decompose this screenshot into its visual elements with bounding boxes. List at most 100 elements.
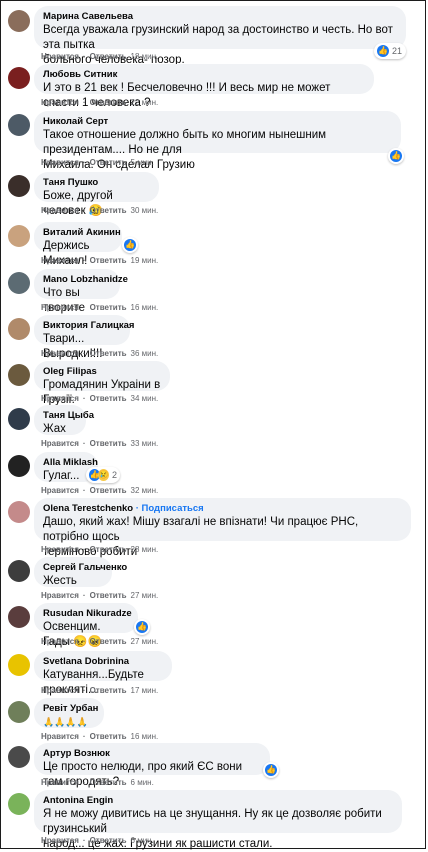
reply-link[interactable]: Ответить [90, 394, 127, 404]
comment-author[interactable]: Ревіт Урбан [43, 702, 98, 715]
avatar[interactable] [8, 272, 30, 294]
comment-time[interactable]: 34 мин. [131, 394, 159, 404]
avatar[interactable] [8, 364, 30, 386]
like-link[interactable]: Нравится [41, 439, 79, 449]
like-link[interactable]: Нравится [41, 206, 79, 216]
like-link[interactable]: Нравится [41, 836, 79, 846]
reply-link[interactable]: Ответить [90, 256, 127, 266]
like-link[interactable]: Нравится [41, 98, 79, 108]
comment-bubble: Таня Цыба Жах [34, 405, 94, 435]
comment-time[interactable]: 30 мин. [131, 206, 159, 216]
like-link[interactable]: Нравится [41, 732, 79, 742]
comment-author[interactable]: Oleg Filipas [43, 365, 161, 378]
follow-link[interactable]: · Подписаться [136, 503, 204, 514]
avatar[interactable] [8, 501, 30, 523]
comment-author[interactable]: Mano Lobzhanidze [43, 273, 128, 286]
reply-link[interactable]: Ответить [90, 732, 127, 742]
avatar[interactable] [8, 225, 30, 247]
comment-author[interactable]: Таня Цыба [43, 409, 94, 422]
comment-time[interactable]: 5 мин. [131, 158, 154, 168]
comment-time[interactable]: 16 мин. [131, 732, 159, 742]
reaction-count[interactable]: 👍 21 [374, 43, 406, 59]
comment-time[interactable]: 27 мин. [131, 637, 159, 647]
comment-author[interactable]: Antonina Engin [43, 794, 393, 807]
comment-time[interactable]: 22 мин. [131, 98, 159, 108]
comment-author[interactable]: Артур Вознюк [43, 747, 261, 760]
reply-link[interactable]: Ответить [90, 637, 127, 647]
like-link[interactable]: Нравится [41, 52, 79, 62]
avatar[interactable] [8, 746, 30, 768]
comment-time[interactable]: 36 мин. [131, 349, 159, 359]
reaction-count[interactable]: 👍 😢 2 [86, 467, 120, 483]
like-link[interactable]: Нравится [41, 778, 79, 788]
comment-time[interactable]: 19 мин. [131, 256, 159, 266]
avatar[interactable] [8, 560, 30, 582]
comment-author[interactable]: Любовь Ситник [43, 68, 365, 81]
reaction-count[interactable]: 👍 [388, 148, 404, 164]
avatar[interactable] [8, 114, 30, 136]
comment-bubble: Таня Пушко Боже, другой человек 😥 [34, 172, 159, 217]
comment-author[interactable]: Сергей Гальченко [43, 561, 127, 574]
comment-actions: Нравится · Ответить 30 мин. [41, 206, 159, 216]
avatar[interactable] [8, 793, 30, 815]
comment-time[interactable]: 6 мин. [131, 836, 154, 846]
avatar[interactable] [8, 10, 30, 32]
comment-author[interactable]: Марина Савельева [43, 10, 397, 23]
reply-link[interactable]: Ответить [90, 98, 127, 108]
comment-bubble: Сергей Гальченко Жесть [34, 557, 127, 587]
comment-time[interactable]: 33 мин. [131, 439, 159, 449]
comment-author[interactable]: Rusudan Nikuradze [43, 607, 132, 620]
reply-link[interactable]: Ответить [90, 545, 127, 555]
reply-link[interactable]: Ответить [90, 439, 127, 449]
avatar[interactable] [8, 654, 30, 676]
comment-time[interactable]: 27 мин. [131, 591, 159, 601]
comment-author[interactable]: Виталий Акинин [43, 226, 121, 239]
comment-time[interactable]: 28 мин. [131, 545, 159, 555]
reply-link[interactable]: Ответить [90, 206, 127, 216]
comment-author[interactable]: Николай Серт [43, 115, 392, 128]
like-link[interactable]: Нравится [41, 545, 79, 555]
comment-author[interactable]: Виктория Галицкая [43, 319, 134, 332]
avatar[interactable] [8, 701, 30, 723]
like-link[interactable]: Нравится [41, 591, 79, 601]
like-link[interactable]: Нравится [41, 158, 79, 168]
like-link[interactable]: Нравится [41, 349, 79, 359]
like-link[interactable]: Нравится [41, 486, 79, 496]
like-link[interactable]: Нравится [41, 394, 79, 404]
comment-time[interactable]: 6 мин. [131, 778, 154, 788]
comment-time[interactable]: 18 мин. [131, 52, 159, 62]
comment-time[interactable]: 32 мин. [131, 486, 159, 496]
like-link[interactable]: Нравится [41, 686, 79, 696]
comment-actions: Нравится · Ответить 5 мин. [41, 158, 154, 168]
like-link[interactable]: Нравится [41, 637, 79, 647]
reply-link[interactable]: Ответить [90, 686, 127, 696]
avatar[interactable] [8, 455, 30, 477]
reply-link[interactable]: Ответить [90, 778, 127, 788]
avatar[interactable] [8, 606, 30, 628]
like-reaction-icon: 👍 [377, 45, 389, 57]
reply-link[interactable]: Ответить [90, 591, 127, 601]
avatar[interactable] [8, 408, 30, 430]
reply-link[interactable]: Ответить [90, 158, 127, 168]
reply-link[interactable]: Ответить [90, 52, 127, 62]
comment-time[interactable]: 17 мин. [131, 686, 159, 696]
like-link[interactable]: Нравится [41, 303, 79, 313]
reply-link[interactable]: Ответить [90, 303, 127, 313]
comment-time[interactable]: 16 мин. [131, 303, 159, 313]
comment-author[interactable]: Svetlana Dobrinina [43, 655, 163, 668]
reply-link[interactable]: Ответить [90, 836, 127, 846]
reaction-count[interactable]: 👍 [122, 237, 138, 253]
comment-author[interactable]: Таня Пушко [43, 176, 150, 189]
avatar[interactable] [8, 318, 30, 340]
comment-author-name[interactable]: Olena Terestchenko [43, 503, 133, 514]
reply-link[interactable]: Ответить [90, 349, 127, 359]
reaction-count[interactable]: 👍 [134, 619, 150, 635]
comment-author[interactable]: Alla Miklash [43, 456, 98, 469]
like-link[interactable]: Нравится [41, 256, 79, 266]
avatar[interactable] [8, 67, 30, 89]
like-reaction-icon: 👍 [265, 764, 277, 776]
avatar[interactable] [8, 175, 30, 197]
reaction-count[interactable]: 👍 [263, 762, 279, 778]
comment-bubble: Olena Terestchenko · Подписаться Дашо, я… [34, 498, 411, 558]
reply-link[interactable]: Ответить [90, 486, 127, 496]
